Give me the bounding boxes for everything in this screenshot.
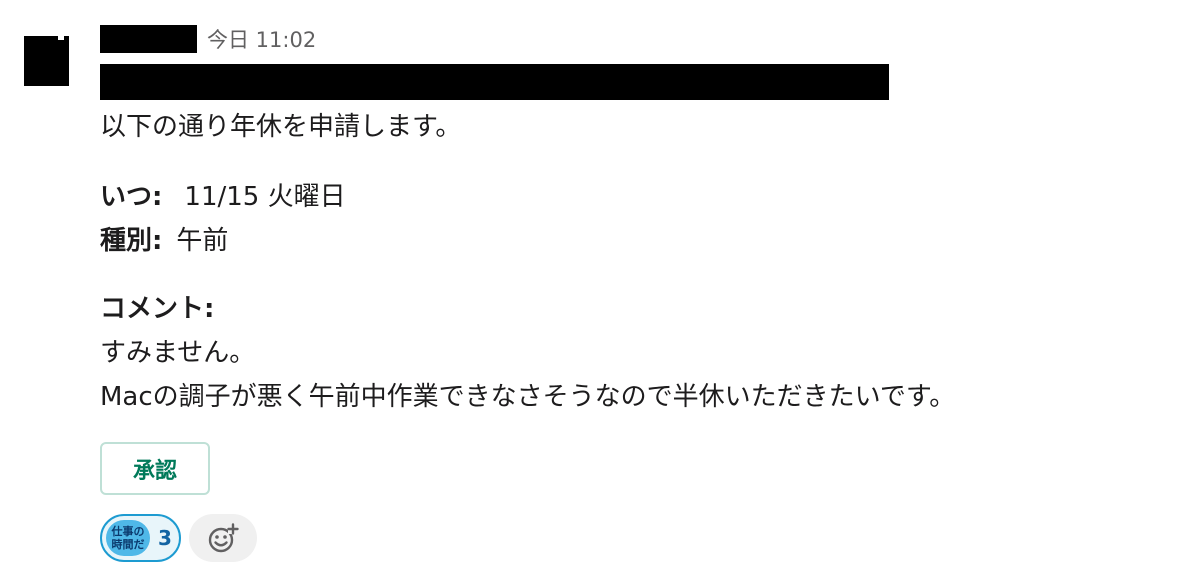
custom-emoji-icon: 仕事の 時間だ xyxy=(106,520,150,556)
comment-label: コメント: xyxy=(100,294,215,324)
message-header: 今日 11:02 xyxy=(100,24,316,54)
avatar-notch xyxy=(58,36,64,40)
intro-text: 以下の通り年休を申請します。 xyxy=(100,112,462,142)
comment-line-1: すみません。 xyxy=(100,338,256,368)
comment-line-2: Macの調子が悪く午前中作業できなさそうなので半休いただきたいです。 xyxy=(100,382,956,412)
message: 今日 11:02 以下の通り年休を申請します。 いつ: 11/15 火曜日 種別:… xyxy=(0,0,1180,584)
add-emoji-icon xyxy=(208,523,239,553)
field-type: 種別: 午前 xyxy=(100,224,228,258)
reaction-pill[interactable]: 仕事の 時間だ 3 xyxy=(100,514,181,562)
field-when: いつ: 11/15 火曜日 xyxy=(100,180,346,214)
field-when-value: 11/15 火曜日 xyxy=(184,182,346,212)
reaction-count: 3 xyxy=(158,526,172,550)
sender-name-redacted[interactable] xyxy=(100,25,197,53)
field-type-value: 午前 xyxy=(176,226,229,256)
emoji-text-line-1: 仕事の xyxy=(111,525,145,538)
emoji-text-line-2: 時間だ xyxy=(111,538,145,551)
field-type-label: 種別: xyxy=(100,226,163,256)
approve-button[interactable]: 承認 xyxy=(100,442,210,495)
add-reaction-button[interactable] xyxy=(189,514,257,562)
redacted-text xyxy=(100,64,889,100)
timestamp[interactable]: 今日 11:02 xyxy=(207,24,316,54)
field-when-label: いつ: xyxy=(100,182,163,212)
avatar[interactable] xyxy=(24,36,69,86)
